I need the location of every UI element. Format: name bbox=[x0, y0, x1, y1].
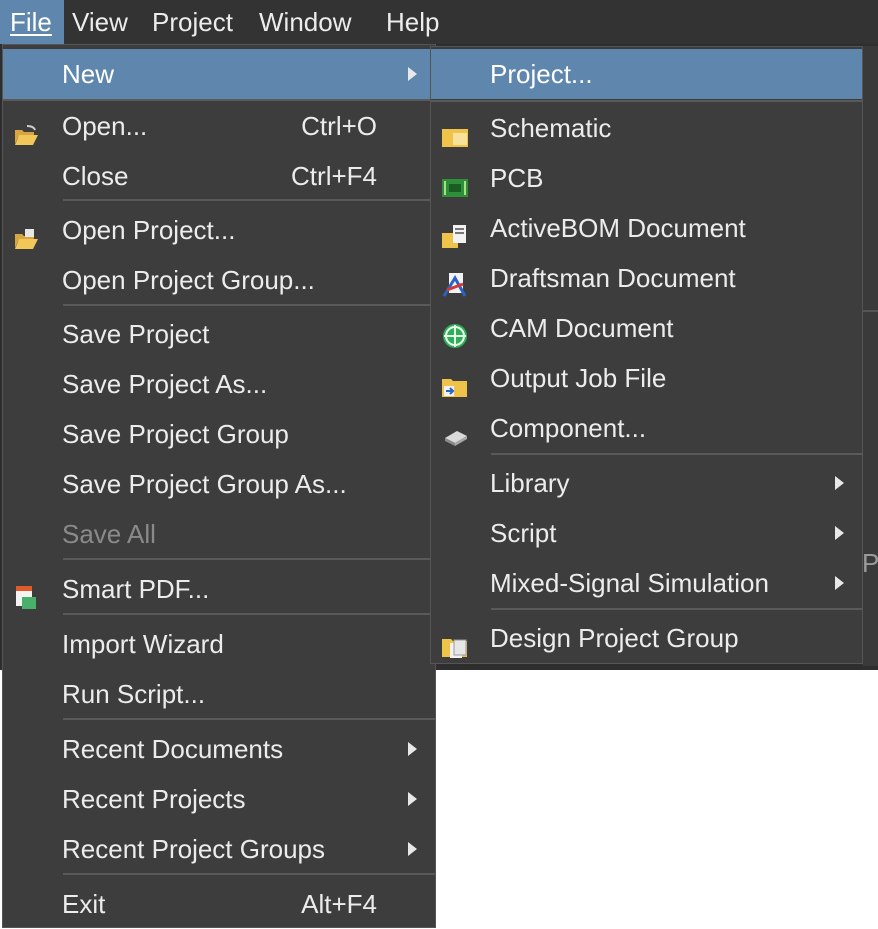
menu-view[interactable]: View bbox=[72, 0, 128, 44]
menu-item-save-project-group-as[interactable]: Save Project Group As... bbox=[3, 459, 435, 509]
menu-help[interactable]: Help bbox=[386, 0, 439, 44]
menu-item-open[interactable]: Open... Ctrl+O bbox=[3, 101, 435, 151]
menu-item-label: Exit bbox=[62, 889, 106, 919]
separator bbox=[63, 613, 435, 615]
separator bbox=[63, 873, 435, 875]
menu-item-label: PCB bbox=[490, 163, 544, 193]
menu-item-label: Save Project As... bbox=[62, 369, 268, 399]
menu-item-new[interactable]: New bbox=[3, 49, 435, 99]
submenu-arrow-icon bbox=[835, 476, 844, 490]
shortcut-text: Alt+F4 bbox=[301, 889, 377, 919]
pcb-icon bbox=[441, 166, 468, 197]
submenu-arrow-icon bbox=[408, 742, 417, 756]
background-divider bbox=[862, 310, 878, 312]
shortcut-text: Ctrl+F4 bbox=[291, 161, 377, 191]
activebom-icon bbox=[441, 216, 467, 248]
menu-item-label: ActiveBOM Document bbox=[490, 213, 746, 243]
submenu-item-pcb[interactable]: PCB bbox=[431, 153, 862, 203]
menu-item-exit[interactable]: Exit Alt+F4 bbox=[3, 879, 435, 929]
menu-file[interactable]: File bbox=[0, 0, 64, 44]
menu-item-import-wizard[interactable]: Import Wizard bbox=[3, 619, 435, 669]
menu-item-label: Draftsman Document bbox=[490, 263, 736, 293]
submenu-arrow-icon bbox=[408, 842, 417, 856]
menu-item-label: Close bbox=[62, 161, 129, 191]
menu-item-recent-documents[interactable]: Recent Documents bbox=[3, 724, 435, 774]
submenu-item-script[interactable]: Script bbox=[431, 508, 862, 558]
submenu-item-schematic[interactable]: Schematic bbox=[431, 103, 862, 153]
menu-item-label: Recent Project Groups bbox=[62, 834, 326, 864]
menu-item-save-project-group[interactable]: Save Project Group bbox=[3, 409, 435, 459]
submenu-arrow-icon bbox=[835, 576, 844, 590]
schematic-icon bbox=[441, 116, 468, 147]
menu-item-label: Design Project Group bbox=[490, 623, 739, 653]
draftsman-icon bbox=[441, 266, 467, 297]
separator bbox=[63, 199, 435, 201]
submenu-item-library[interactable]: Library bbox=[431, 458, 862, 508]
menu-item-label: Open Project... bbox=[62, 215, 236, 245]
new-submenu: Project... Schematic PCB ActiveBOM Docum… bbox=[430, 46, 863, 664]
submenu-item-output-job[interactable]: Output Job File bbox=[431, 353, 862, 403]
menu-item-label: Mixed-Signal Simulation bbox=[490, 568, 769, 598]
submenu-item-draftsman[interactable]: Draftsman Document bbox=[431, 253, 862, 303]
menu-item-label: Project... bbox=[490, 59, 593, 89]
output-job-icon bbox=[441, 366, 467, 397]
submenu-item-component[interactable]: Component... bbox=[431, 403, 862, 453]
component-icon bbox=[441, 416, 467, 446]
menu-item-save-project-as[interactable]: Save Project As... bbox=[3, 359, 435, 409]
menu-item-save-project[interactable]: Save Project bbox=[3, 309, 435, 359]
menu-item-label: Output Job File bbox=[490, 363, 667, 393]
menu-item-label: Smart PDF... bbox=[62, 574, 210, 604]
menu-project[interactable]: Project bbox=[152, 0, 233, 44]
menu-window[interactable]: Window bbox=[259, 0, 351, 44]
menu-item-label: Recent Projects bbox=[62, 784, 246, 814]
menu-item-label: Save Project bbox=[62, 319, 210, 349]
menu-item-label: Script bbox=[490, 518, 557, 548]
separator bbox=[491, 453, 862, 455]
submenu-arrow-icon bbox=[408, 67, 417, 81]
menu-item-smart-pdf[interactable]: Smart PDF... bbox=[3, 564, 435, 614]
menu-item-label: Save All bbox=[62, 519, 156, 549]
submenu-item-project[interactable]: Project... bbox=[431, 49, 862, 99]
background-text: P bbox=[862, 548, 878, 578]
menu-item-label: Save Project Group As... bbox=[62, 469, 347, 499]
menu-item-save-all: Save All bbox=[3, 509, 435, 559]
menu-item-label: Recent Documents bbox=[62, 734, 284, 764]
file-menu: New Open... Ctrl+O Close Ctrl+F4 Open Pr… bbox=[2, 44, 436, 928]
menu-item-label: Open Project Group... bbox=[62, 265, 315, 295]
submenu-item-design-project-group[interactable]: Design Project Group bbox=[431, 613, 862, 663]
menu-item-label: New bbox=[62, 59, 115, 89]
design-project-group-icon bbox=[441, 626, 467, 658]
cam-icon bbox=[441, 316, 467, 348]
menu-item-open-project-group[interactable]: Open Project Group... bbox=[3, 255, 435, 305]
menu-bar: File View Project Window Help bbox=[0, 0, 878, 44]
menu-item-recent-projects[interactable]: Recent Projects bbox=[3, 774, 435, 824]
submenu-item-cam[interactable]: CAM Document bbox=[431, 303, 862, 353]
menu-item-label: CAM Document bbox=[490, 313, 674, 343]
separator bbox=[63, 558, 435, 560]
separator bbox=[63, 304, 435, 306]
menu-item-label: Import Wizard bbox=[62, 629, 224, 659]
separator bbox=[431, 100, 862, 102]
menu-item-label: Library bbox=[490, 468, 570, 498]
separator bbox=[491, 608, 862, 610]
menu-item-close[interactable]: Close Ctrl+F4 bbox=[3, 151, 435, 201]
menu-item-label: Run Script... bbox=[62, 679, 206, 709]
smart-pdf-icon bbox=[13, 577, 39, 609]
menu-item-label: Schematic bbox=[490, 113, 612, 143]
submenu-item-activebom[interactable]: ActiveBOM Document bbox=[431, 203, 862, 253]
separator bbox=[63, 718, 435, 720]
menu-item-label: Open... bbox=[62, 111, 148, 141]
menu-item-run-script[interactable]: Run Script... bbox=[3, 669, 435, 719]
menu-item-label: Save Project Group bbox=[62, 419, 289, 449]
folder-open-icon bbox=[13, 114, 39, 145]
menu-item-recent-project-groups[interactable]: Recent Project Groups bbox=[3, 824, 435, 874]
submenu-arrow-icon bbox=[408, 792, 417, 806]
submenu-arrow-icon bbox=[835, 526, 844, 540]
shortcut-text: Ctrl+O bbox=[301, 111, 377, 141]
submenu-item-mixed-signal[interactable]: Mixed-Signal Simulation bbox=[431, 558, 862, 608]
menu-item-label: Component... bbox=[490, 413, 647, 443]
menu-item-open-project[interactable]: Open Project... bbox=[3, 205, 435, 255]
folder-open-icon bbox=[13, 218, 39, 249]
